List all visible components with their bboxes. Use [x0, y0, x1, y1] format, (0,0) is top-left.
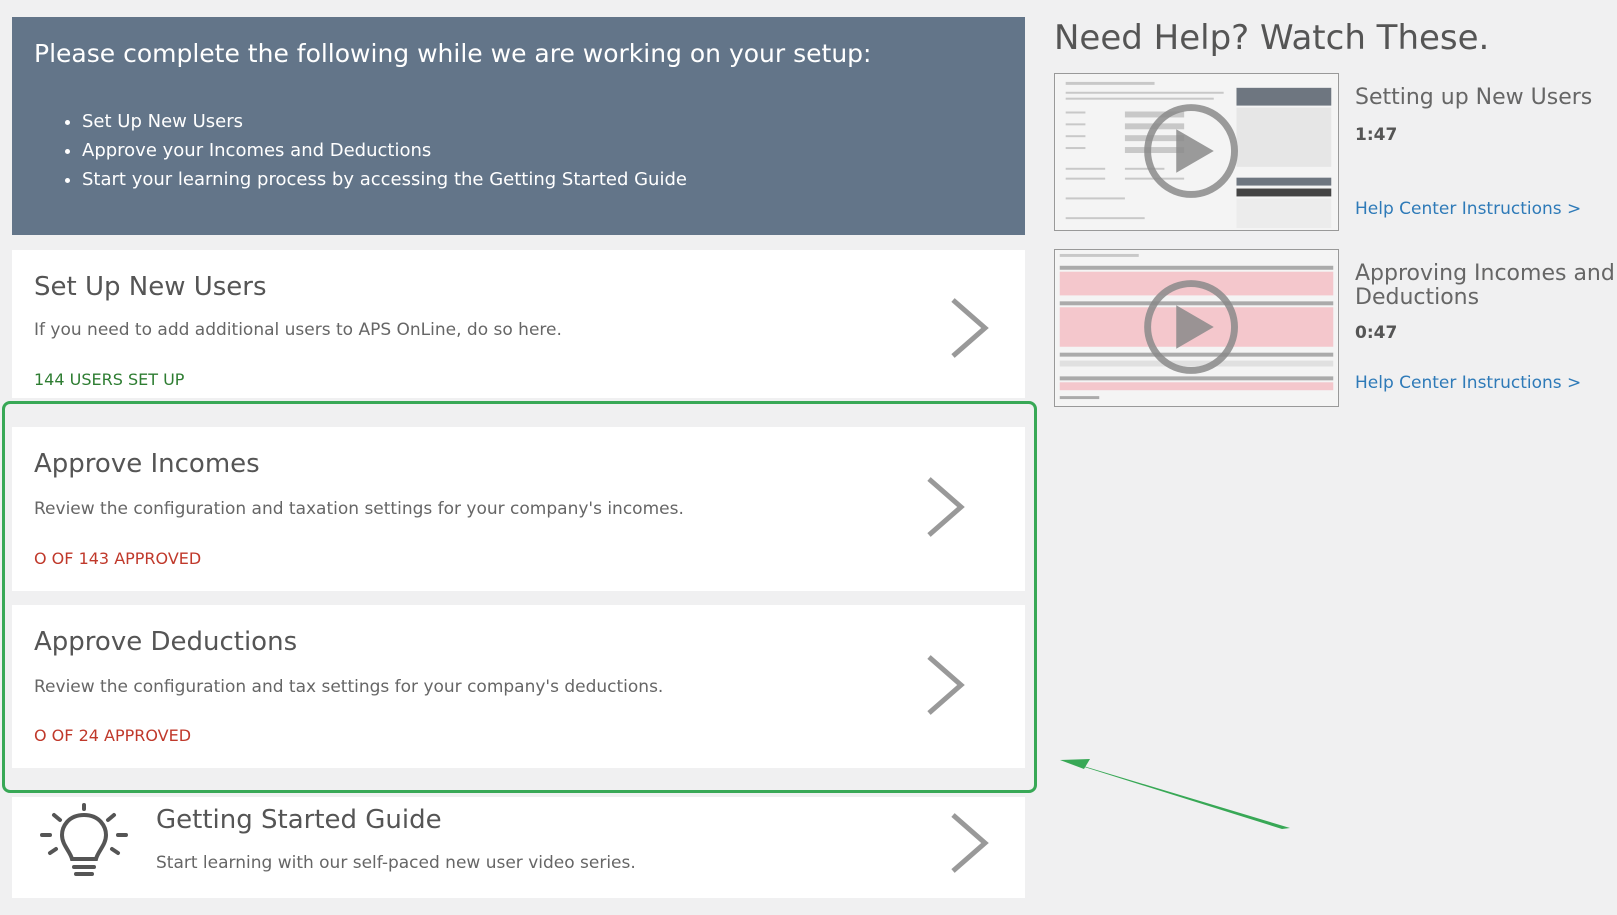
play-icon[interactable] — [1055, 250, 1338, 406]
help-heading: Need Help? Watch These. — [1054, 18, 1490, 58]
highlight-box — [2, 401, 1037, 793]
card-description: Start learning with our self-paced new u… — [156, 853, 636, 873]
card-title: Set Up New Users — [34, 272, 267, 302]
banner-heading: Please complete the following while we a… — [34, 39, 872, 68]
help-center-link[interactable]: Help Center Instructions > — [1355, 199, 1581, 219]
video-title[interactable]: Setting up New Users — [1355, 86, 1615, 110]
video-thumbnail[interactable] — [1054, 73, 1339, 231]
card-set-up-users[interactable]: Set Up New Users If you need to add addi… — [12, 250, 1025, 398]
arrow-annotation — [1060, 759, 1290, 829]
setup-banner: Please complete the following while we a… — [12, 17, 1025, 235]
banner-item: Set Up New Users — [82, 107, 687, 136]
status-users-count: 144 USERS SET UP — [34, 370, 185, 389]
video-duration: 0:47 — [1355, 323, 1398, 343]
banner-item: Approve your Incomes and Deductions — [82, 136, 687, 165]
card-title: Getting Started Guide — [156, 805, 442, 835]
chevron-right-icon[interactable] — [947, 296, 991, 360]
chevron-right-icon[interactable] — [947, 811, 991, 875]
card-description: If you need to add additional users to A… — [34, 320, 562, 340]
banner-item: Start your learning process by accessing… — [82, 165, 687, 194]
help-center-link[interactable]: Help Center Instructions > — [1355, 373, 1581, 393]
lightbulb-icon — [40, 803, 128, 876]
banner-list: Set Up New Users Approve your Incomes an… — [82, 107, 687, 194]
video-title[interactable]: Approving Incomes and Deductions — [1355, 262, 1615, 310]
card-getting-started-guide[interactable]: Getting Started Guide Start learning wit… — [12, 797, 1025, 898]
play-icon[interactable] — [1055, 74, 1338, 230]
video-duration: 1:47 — [1355, 125, 1398, 145]
video-thumbnail[interactable] — [1054, 249, 1339, 407]
